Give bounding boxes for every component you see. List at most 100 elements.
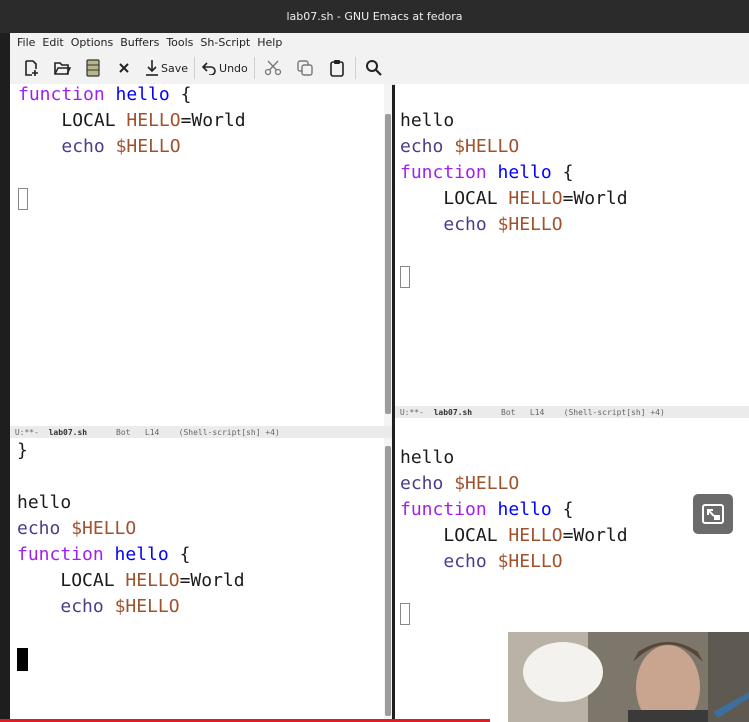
assign-value: =World xyxy=(179,570,245,591)
save-button[interactable]: Save xyxy=(145,55,188,81)
menu-bar: File Edit Options Buffers Tools Sh-Scrip… xyxy=(10,33,749,52)
dired-button[interactable] xyxy=(82,55,104,81)
mode-line-buffer: lab07.sh xyxy=(48,427,88,437)
toolbar-divider xyxy=(354,57,356,79)
close-icon xyxy=(119,63,129,73)
mode-line: U:**- lab07.sh Bot L14 (Shell-script[sh]… xyxy=(10,426,392,438)
variable-name: HELLO xyxy=(508,525,563,546)
brace-open: { xyxy=(179,544,191,565)
mode-line-position: Bot xyxy=(116,427,131,437)
assign-value: =World xyxy=(562,188,628,209)
keyword-function: function xyxy=(18,84,105,105)
builtin-echo: echo xyxy=(443,214,487,235)
keyword-local: LOCAL xyxy=(61,110,116,131)
variable-reference: $HELLO xyxy=(497,214,563,235)
clipboard-icon xyxy=(329,60,344,77)
hello-call: hello xyxy=(17,492,72,513)
webcam-feed-image xyxy=(508,632,749,722)
editor-window-top-left[interactable]: function hello { LOCAL HELLO=World echo … xyxy=(10,84,384,426)
scrollbar[interactable] xyxy=(384,84,392,426)
scrollbar-thumb[interactable] xyxy=(385,114,391,414)
open-folder-button[interactable] xyxy=(51,55,73,81)
search-icon xyxy=(365,60,382,76)
keyword-function: function xyxy=(400,499,487,520)
undo-label: Undo xyxy=(219,61,248,75)
menu-options[interactable]: Options xyxy=(71,36,113,49)
function-name: hello xyxy=(497,162,552,183)
menu-file[interactable]: File xyxy=(17,36,35,49)
variable-reference: $HELLO xyxy=(115,136,181,157)
exit-fullscreen-button[interactable] xyxy=(693,494,733,534)
window-title: lab07.sh - GNU Emacs at fedora xyxy=(286,10,463,23)
copy-icon xyxy=(297,60,313,76)
mode-line-line: L14 xyxy=(144,427,160,437)
builtin-echo: echo xyxy=(400,473,444,494)
assign-value: =World xyxy=(562,525,628,546)
new-file-icon xyxy=(25,60,38,76)
scrollbar[interactable] xyxy=(384,438,392,722)
paste-button[interactable] xyxy=(325,55,349,81)
hello-call: hello xyxy=(400,110,455,131)
scissors-icon xyxy=(264,60,281,76)
keyword-local: LOCAL xyxy=(60,570,115,591)
mode-line-status: U:**- xyxy=(399,407,424,417)
code-area: hello echo $HELLO function hello { LOCAL… xyxy=(400,445,628,627)
toolbar-divider xyxy=(194,57,196,79)
title-bar: lab07.sh - GNU Emacs at fedora xyxy=(0,0,749,33)
builtin-echo: echo xyxy=(400,136,444,157)
toolbar: Save Undo xyxy=(10,52,749,85)
brace-open: { xyxy=(562,499,574,520)
hello-call: hello xyxy=(400,447,455,468)
mode-line: U:**- lab07.sh Bot L14 (Shell-script[sh]… xyxy=(395,406,749,418)
menu-buffers[interactable]: Buffers xyxy=(120,36,159,49)
file-cabinet-icon xyxy=(86,59,100,77)
variable-reference: $HELLO xyxy=(71,518,137,539)
builtin-echo: echo xyxy=(60,596,104,617)
close-buffer-button[interactable] xyxy=(113,55,135,81)
code-area: } hello echo $HELLO function hello { LOC… xyxy=(17,438,245,672)
keyword-local: LOCAL xyxy=(443,525,498,546)
text-cursor xyxy=(400,266,410,288)
menu-tools[interactable]: Tools xyxy=(166,36,193,49)
picture-in-picture-icon xyxy=(702,504,724,524)
variable-reference: $HELLO xyxy=(497,551,563,572)
save-arrow-icon xyxy=(146,60,158,76)
undo-button[interactable]: Undo xyxy=(201,55,248,81)
function-name: hello xyxy=(114,544,169,565)
function-name: hello xyxy=(497,499,552,520)
search-button[interactable] xyxy=(362,55,386,81)
text-cursor xyxy=(18,188,28,210)
keyword-function: function xyxy=(17,544,104,565)
builtin-echo: echo xyxy=(443,551,487,572)
text-cursor-active xyxy=(17,647,28,671)
builtin-echo: echo xyxy=(61,136,105,157)
variable-reference: $HELLO xyxy=(454,136,520,157)
menu-help[interactable]: Help xyxy=(257,36,282,49)
scrollbar-thumb[interactable] xyxy=(385,446,391,716)
text-cursor xyxy=(400,603,410,625)
function-name: hello xyxy=(115,84,170,105)
variable-reference: $HELLO xyxy=(454,473,520,494)
editor-window-bottom-left[interactable]: } hello echo $HELLO function hello { LOC… xyxy=(10,438,384,722)
brace-open: { xyxy=(180,84,192,105)
toolbar-divider xyxy=(253,57,255,79)
folder-open-icon xyxy=(54,62,71,75)
mode-line-status: U:**- xyxy=(14,427,39,437)
menu-edit[interactable]: Edit xyxy=(42,36,63,49)
mode-line-mode: (Shell-script[sh] +4) xyxy=(563,407,665,417)
builtin-echo: echo xyxy=(17,518,61,539)
copy-button[interactable] xyxy=(293,55,317,81)
cut-button[interactable] xyxy=(261,55,285,81)
keyword-function: function xyxy=(400,162,487,183)
brace-open: { xyxy=(562,162,574,183)
variable-name: HELLO xyxy=(508,188,563,209)
menu-sh-script[interactable]: Sh-Script xyxy=(200,36,250,49)
mode-line-position: Bot xyxy=(501,407,516,417)
code-area: function hello { LOCAL HELLO=World echo … xyxy=(18,84,246,212)
editor-window-top-right[interactable]: hello echo $HELLO function hello { LOCAL… xyxy=(395,84,749,406)
save-label: Save xyxy=(161,61,189,75)
webcam-overlay xyxy=(508,632,749,722)
assign-value: =World xyxy=(180,110,246,131)
new-file-button[interactable] xyxy=(20,55,42,81)
undo-arrow-icon xyxy=(201,62,216,75)
